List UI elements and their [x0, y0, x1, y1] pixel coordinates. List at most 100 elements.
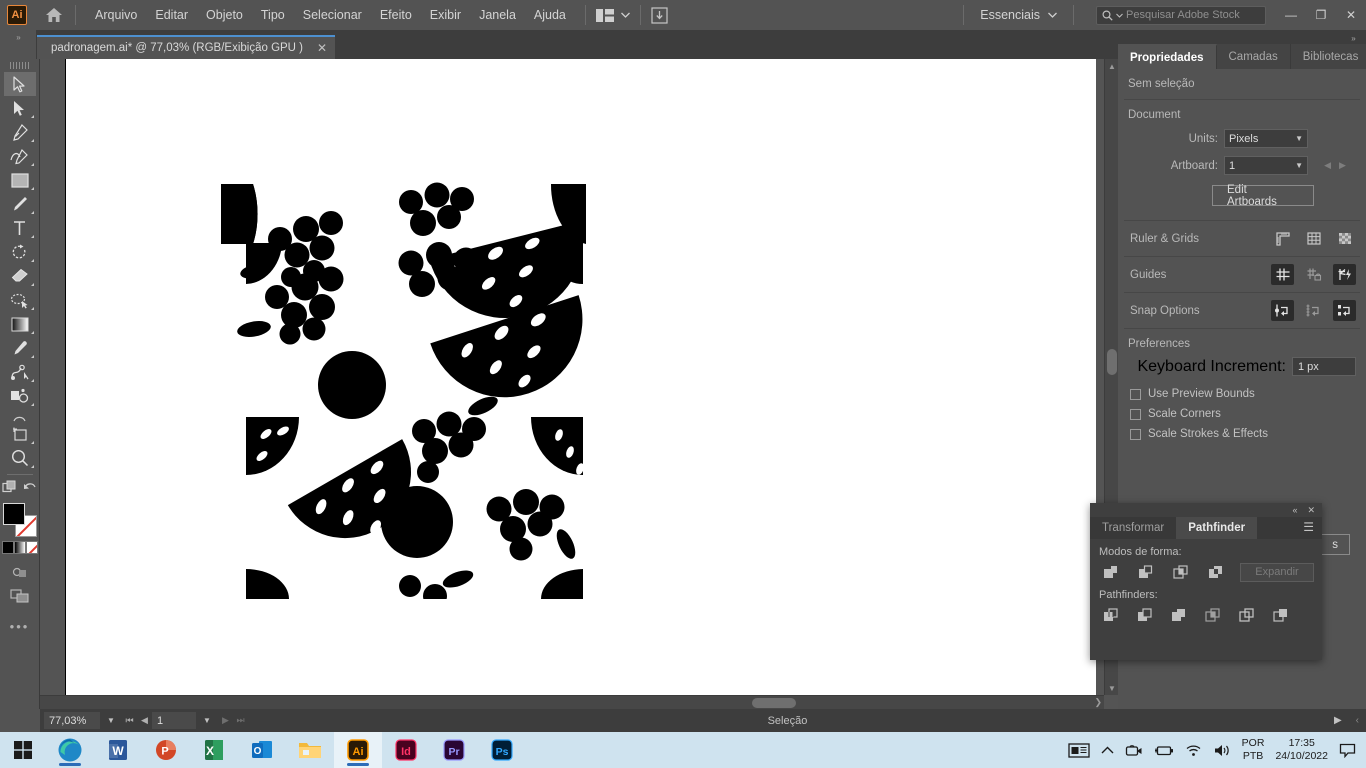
intersect-icon[interactable]	[1169, 562, 1191, 582]
rotate-tool[interactable]	[4, 240, 36, 264]
menu-exibir[interactable]: Exibir	[421, 4, 470, 26]
battery-icon[interactable]	[1154, 744, 1174, 757]
use-preview-bounds-checkbox[interactable]	[1130, 388, 1141, 400]
minimize-button[interactable]: —	[1276, 0, 1306, 30]
pathfinder-titlebar[interactable]: « ✕	[1090, 503, 1322, 517]
symbol-sprayer-tool[interactable]	[4, 384, 36, 408]
horizontal-scroll-thumb[interactable]	[752, 698, 796, 708]
artboard[interactable]	[65, 59, 1096, 704]
menu-arquivo[interactable]: Arquivo	[86, 4, 146, 26]
outline-icon[interactable]	[1235, 605, 1257, 625]
scroll-up-icon[interactable]: ▲	[1105, 59, 1118, 73]
status-text[interactable]: Seleção	[248, 715, 1327, 727]
arrange-documents-button[interactable]	[595, 8, 630, 22]
selection-tool[interactable]	[3, 72, 36, 96]
show-rulers-icon[interactable]	[1271, 228, 1294, 249]
pen-tool[interactable]	[4, 120, 36, 144]
taskbar-file-explorer[interactable]	[286, 732, 334, 768]
fill-stroke-swatches[interactable]	[2, 503, 38, 539]
taskbar-powerpoint[interactable]: P	[142, 732, 190, 768]
horizontal-scrollbar[interactable]: ❯	[40, 695, 1104, 709]
zoom-chevron-down-icon[interactable]: ▼	[100, 716, 122, 725]
type-tool[interactable]	[4, 216, 36, 240]
scale-corners-checkbox[interactable]	[1130, 408, 1141, 420]
scale-strokes-effects-checkbox[interactable]	[1130, 428, 1141, 440]
taskbar-excel[interactable]: X	[190, 732, 238, 768]
smart-guides-icon[interactable]	[1333, 264, 1356, 285]
menu-selecionar[interactable]: Selecionar	[294, 4, 371, 26]
screen-mode-button[interactable]	[4, 584, 36, 608]
none-button[interactable]	[25, 541, 38, 554]
next-artboard-icon[interactable]: ▶	[1339, 160, 1346, 171]
meet-now-icon[interactable]	[1125, 742, 1143, 758]
workspace-switcher[interactable]: Essenciais	[974, 8, 1063, 22]
eyedropper-tool[interactable]	[4, 336, 36, 360]
taskbar-word[interactable]: W	[94, 732, 142, 768]
crop-icon[interactable]	[1201, 605, 1223, 625]
previous-artboard-icon[interactable]: ◀	[1324, 160, 1331, 171]
trim-icon[interactable]	[1133, 605, 1155, 625]
keyboard-increment-input[interactable]: 1 px	[1292, 357, 1356, 376]
tab-bibliotecas[interactable]: Bibliotecas	[1290, 44, 1366, 69]
status-play-icon[interactable]: ▶	[1327, 715, 1349, 726]
scale-strokes-effects-row[interactable]: Scale Strokes & Effects	[1118, 424, 1366, 444]
notification-icon[interactable]	[1339, 743, 1356, 758]
gradient-button[interactable]	[13, 541, 26, 554]
artboard-tool[interactable]	[4, 422, 36, 446]
language-indicator[interactable]: POR PTB	[1242, 737, 1265, 763]
more-tools-button[interactable]: •••	[4, 614, 36, 638]
panel-menu-icon[interactable]: ☰	[1303, 521, 1314, 533]
vertical-scroll-thumb[interactable]	[1107, 349, 1117, 375]
previous-artboard-icon[interactable]: ◀	[137, 715, 152, 726]
canvas-area[interactable]: ▲ ▼ ❯	[40, 59, 1118, 709]
color-button[interactable]	[1, 541, 14, 554]
minus-back-icon[interactable]	[1269, 605, 1291, 625]
tab-pathfinder[interactable]: Pathfinder	[1176, 517, 1258, 539]
toolbar-expand-arrows[interactable]: »	[0, 30, 36, 59]
curvature-tool[interactable]	[4, 144, 36, 168]
zoom-tool[interactable]	[4, 446, 36, 470]
news-and-interests-icon[interactable]	[1068, 742, 1090, 759]
collapse-icon[interactable]: «	[1292, 505, 1297, 515]
menu-efeito[interactable]: Efeito	[371, 4, 421, 26]
first-artboard-icon[interactable]: ⏮	[122, 715, 137, 726]
merge-icon[interactable]	[1167, 605, 1189, 625]
illustrator-logo-icon[interactable]: Ai	[7, 5, 27, 25]
next-artboard-icon[interactable]: ▶	[218, 715, 233, 726]
stock-download-icon[interactable]	[651, 6, 668, 24]
menu-janela[interactable]: Janela	[470, 4, 525, 26]
status-collapse-icon[interactable]: ‹	[1349, 715, 1366, 726]
stock-search-field[interactable]: Pesquisar Adobe Stock	[1096, 5, 1266, 25]
snap-to-point-icon[interactable]	[1271, 300, 1294, 321]
units-select[interactable]: Pixels ▼	[1224, 129, 1308, 148]
taskbar-photoshop[interactable]: Ps	[478, 732, 526, 768]
show-grid-icon[interactable]	[1302, 228, 1325, 249]
undo-icon[interactable]	[23, 480, 37, 498]
close-icon[interactable]: ✕	[317, 41, 327, 55]
fruit-pattern-vectors[interactable]	[221, 179, 621, 599]
artboard-select[interactable]: 1 ▼	[1224, 156, 1308, 175]
tab-camadas[interactable]: Camadas	[1216, 44, 1291, 69]
menu-tipo[interactable]: Tipo	[252, 4, 294, 26]
artboard-number-field[interactable]: 1	[152, 712, 196, 729]
minus-front-icon[interactable]	[1134, 562, 1156, 582]
menu-editar[interactable]: Editar	[146, 4, 197, 26]
gradient-tool[interactable]	[4, 312, 36, 336]
taskbar-edge[interactable]	[46, 732, 94, 768]
rectangle-tool[interactable]	[4, 168, 36, 192]
last-artboard-icon[interactable]: ⏭	[233, 715, 248, 726]
taskbar-outlook[interactable]: O	[238, 732, 286, 768]
edit-artboards-button[interactable]: Edit Artboards	[1212, 184, 1314, 208]
lock-guides-icon[interactable]	[1302, 264, 1325, 285]
close-icon[interactable]: ✕	[1307, 505, 1315, 516]
artboard-chevron-down-icon[interactable]: ▼	[196, 716, 218, 725]
drawing-modes-button[interactable]	[4, 560, 36, 584]
clock[interactable]: 17:35 24/10/2022	[1275, 737, 1328, 763]
menu-ajuda[interactable]: Ajuda	[525, 4, 575, 26]
blend-tool[interactable]	[4, 360, 36, 384]
snap-to-grid-icon[interactable]	[1302, 300, 1325, 321]
exclude-icon[interactable]	[1204, 562, 1226, 582]
wifi-icon[interactable]	[1185, 743, 1202, 757]
unite-icon[interactable]	[1099, 562, 1121, 582]
show-transparency-grid-icon[interactable]	[1333, 228, 1356, 249]
